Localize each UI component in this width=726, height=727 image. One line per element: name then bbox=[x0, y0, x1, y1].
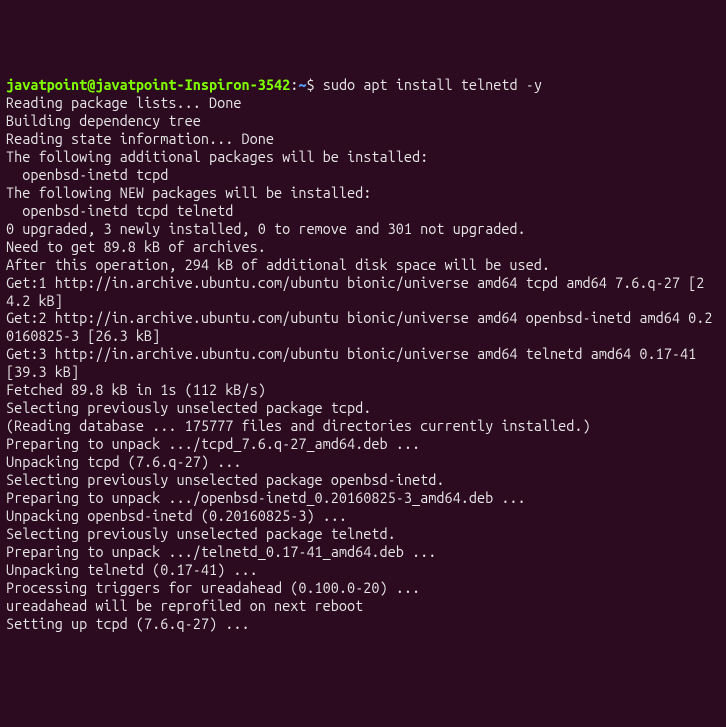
output-line: Selecting previously unselected package … bbox=[6, 471, 720, 489]
output-line: Selecting previously unselected package … bbox=[6, 525, 720, 543]
terminal-output: Reading package lists... DoneBuilding de… bbox=[6, 94, 720, 633]
prompt-sigil: $ bbox=[306, 76, 314, 93]
output-line: Processing triggers for ureadahead (0.10… bbox=[6, 579, 720, 597]
output-line: The following additional packages will b… bbox=[6, 148, 720, 166]
output-line: Get:1 http://in.archive.ubuntu.com/ubunt… bbox=[6, 274, 720, 310]
output-line: Fetched 89.8 kB in 1s (112 kB/s) bbox=[6, 381, 720, 399]
output-line: Selecting previously unselected package … bbox=[6, 399, 720, 417]
output-line: Unpacking tcpd (7.6.q-27) ... bbox=[6, 453, 720, 471]
prompt-user-host: javatpoint@javatpoint-Inspiron-3542 bbox=[6, 76, 290, 93]
output-line: The following NEW packages will be insta… bbox=[6, 184, 720, 202]
terminal[interactable]: javatpoint@javatpoint-Inspiron-3542:~$ s… bbox=[6, 76, 720, 633]
command-text: sudo apt install telnetd -y bbox=[315, 76, 542, 93]
output-line: Building dependency tree bbox=[6, 112, 720, 130]
output-line: Unpacking openbsd-inetd (0.20160825-3) .… bbox=[6, 507, 720, 525]
output-line: Unpacking telnetd (0.17-41) ... bbox=[6, 561, 720, 579]
output-line: openbsd-inetd tcpd bbox=[6, 166, 720, 184]
output-line: Get:3 http://in.archive.ubuntu.com/ubunt… bbox=[6, 345, 720, 381]
prompt-line: javatpoint@javatpoint-Inspiron-3542:~$ s… bbox=[6, 76, 720, 94]
output-line: Preparing to unpack .../openbsd-inetd_0.… bbox=[6, 489, 720, 507]
output-line: ureadahead will be reprofiled on next re… bbox=[6, 597, 720, 615]
output-line: Reading package lists... Done bbox=[6, 94, 720, 112]
output-line: Reading state information... Done bbox=[6, 130, 720, 148]
output-line: Preparing to unpack .../tcpd_7.6.q-27_am… bbox=[6, 435, 720, 453]
output-line: Setting up tcpd (7.6.q-27) ... bbox=[6, 615, 720, 633]
output-line: After this operation, 294 kB of addition… bbox=[6, 256, 720, 274]
output-line: Preparing to unpack .../telnetd_0.17-41_… bbox=[6, 543, 720, 561]
output-line: openbsd-inetd tcpd telnetd bbox=[6, 202, 720, 220]
output-line: (Reading database ... 175777 files and d… bbox=[6, 417, 720, 435]
output-line: Need to get 89.8 kB of archives. bbox=[6, 238, 720, 256]
output-line: Get:2 http://in.archive.ubuntu.com/ubunt… bbox=[6, 309, 720, 345]
output-line: 0 upgraded, 3 newly installed, 0 to remo… bbox=[6, 220, 720, 238]
